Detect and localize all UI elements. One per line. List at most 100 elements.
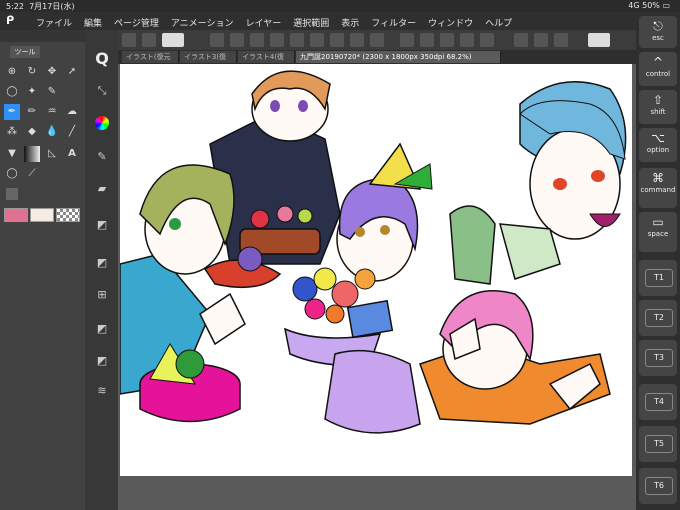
save-icon[interactable] [250,33,264,47]
command-bar [118,30,636,50]
esc-icon: ⎋ [653,19,663,33]
menu-help[interactable]: ヘルプ [485,16,512,29]
artwork-canvas[interactable] [120,64,632,476]
menu-animation[interactable]: アニメーション [171,16,234,29]
space-key[interactable]: ▭ space [639,212,677,252]
move-icon[interactable]: ✥ [44,64,60,80]
shortcut-key-t4[interactable]: T4 [639,384,677,420]
material-icon[interactable]: ◩ [93,320,111,338]
shift-key[interactable]: ⇧ shift [639,90,677,124]
shortcut-key-t5[interactable]: T5 [639,426,677,462]
folder-icon[interactable]: ▰ [93,180,111,198]
grid-icon[interactable] [122,33,136,47]
transform-icon[interactable] [142,33,156,47]
sub-tool-icon[interactable]: ⤡ [93,82,111,100]
spiral-icon[interactable] [162,33,184,47]
lasso-icon[interactable]: ◯ [4,84,20,100]
crop-icon[interactable] [480,33,494,47]
color-wheel-icon[interactable] [95,116,109,130]
ios-status-bar: 5:22 7月17日(水) 4G 50% ▭ [0,0,680,12]
status-battery: 50% [642,1,660,10]
history-icon[interactable]: ◩ [93,352,111,370]
expand-icon[interactable] [370,33,384,47]
ruler-icon[interactable] [514,33,528,47]
correction-icon[interactable]: ⟋ [24,166,40,182]
shift-icon: ⇧ [652,93,664,107]
tab-illust-1[interactable]: イラスト(復元 [122,51,179,63]
gradient-icon[interactable] [24,146,40,162]
document-tabs: イラスト(復元 イラスト3(復 イラスト4(復 九門誕20190720* (23… [118,50,636,64]
line-icon[interactable]: ╱ [64,124,80,140]
menu-page[interactable]: ページ管理 [114,16,159,29]
transparent-color-swatch[interactable] [56,208,80,222]
selection-icon[interactable] [440,33,454,47]
layer-property-icon[interactable]: ◩ [93,254,111,272]
option-icon: ⌥ [651,131,665,145]
eye [553,178,567,190]
menu-file[interactable]: ファイル [36,16,72,29]
text-icon[interactable]: A [64,146,80,162]
help-icon[interactable] [588,33,610,47]
snap-ruler-icon[interactable] [534,33,548,47]
open-file-icon[interactable] [230,33,244,47]
edge-keyboard-panel: ⎋ esc ^ control ⇧ shift ⌥ option ⌘ command ▭ s… [636,12,680,510]
invert-icon[interactable] [420,33,434,47]
deselect-icon[interactable] [400,33,414,47]
blend-icon[interactable]: 💧 [44,124,60,140]
space-icon: ▭ [652,215,664,229]
fill-bucket-icon[interactable]: ▼ [4,146,20,162]
decoration-icon[interactable]: ⁂ [4,124,20,140]
expand-selection-icon[interactable] [460,33,474,47]
undo-icon[interactable] [290,33,304,47]
tab-illust-4[interactable]: イラスト4(復 [238,51,295,63]
navigator-icon[interactable]: ⊞ [93,286,111,304]
menu-edit[interactable]: 編集 [84,16,102,29]
arrows-icon[interactable] [270,33,284,47]
status-date: 7月17日(水) [29,2,75,11]
option-key[interactable]: ⌥ option [639,128,677,162]
settings-icon[interactable] [6,188,18,200]
pencil-icon[interactable]: ✏ [24,104,40,120]
menu-layer[interactable]: レイヤー [246,16,282,29]
new-file-icon[interactable] [210,33,224,47]
shortcut-key-t2[interactable]: T2 [639,300,677,336]
canvas-area[interactable] [118,64,636,510]
menu-window[interactable]: ウィンドウ [428,16,473,29]
menu-view[interactable]: 表示 [341,16,359,29]
main-color-swatch[interactable] [4,208,28,222]
rotate-icon[interactable]: ↻ [24,64,40,80]
eyedropper-icon[interactable]: ✎ [44,84,60,100]
sub-color-swatch[interactable] [30,208,54,222]
esc-key[interactable]: ⎋ esc [639,16,677,48]
clear-icon[interactable] [330,33,344,47]
shortcut-key-t1[interactable]: T1 [639,260,677,296]
eraser-icon[interactable]: ◆ [24,124,40,140]
app-logo-icon[interactable]: ᑭ [6,14,20,28]
shortcut-key-t6[interactable]: T6 [639,468,677,504]
brush-size-icon[interactable]: ✎ [93,148,111,166]
object-icon[interactable]: ➚ [64,64,80,80]
magic-wand-icon[interactable]: ✦ [24,84,40,100]
quick-access-icon[interactable]: Q [93,50,111,68]
snap-grid-icon[interactable] [554,33,568,47]
tab-illust-3[interactable]: イラスト3(復 [180,51,237,63]
tool-tab[interactable]: ツール [10,46,40,58]
redo-icon[interactable] [310,33,324,47]
animation-icon[interactable]: ≋ [93,382,111,400]
command-key[interactable]: ⌘ command [639,168,677,208]
figure-icon[interactable]: ◺ [44,146,60,162]
shortcut-key-t3[interactable]: T3 [639,340,677,376]
brush-icon[interactable]: ♒ [44,104,60,120]
tab-current-document[interactable]: 九門誕20190720* (2300 x 1800px 350dpi 68.2%… [296,51,501,63]
pen-icon[interactable]: ✒ [4,104,20,120]
menu-filter[interactable]: フィルター [371,16,416,29]
airbrush-icon[interactable]: ☁ [64,104,80,120]
menu-selection[interactable]: 選択範囲 [293,16,329,29]
fill-icon[interactable] [350,33,364,47]
layer-icon[interactable]: ◩ [93,216,111,234]
panel-header [0,30,85,42]
balloon-icon[interactable]: ◯ [4,166,20,182]
control-key[interactable]: ^ control [639,52,677,86]
command-icon: ⌘ [652,171,664,185]
zoom-icon[interactable]: ⊕ [4,64,20,80]
